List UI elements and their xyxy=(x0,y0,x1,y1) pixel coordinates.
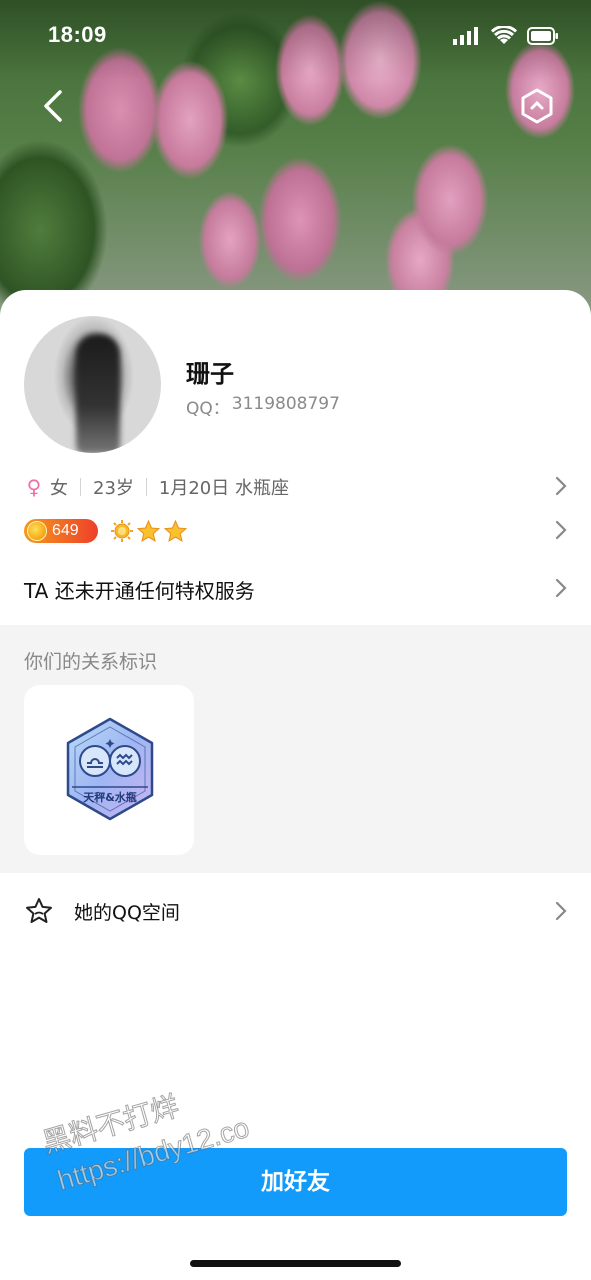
privilege-text: TA 还未开通任何特权服务 xyxy=(24,578,255,603)
gender-text: 女 xyxy=(50,478,68,499)
signal-icon xyxy=(453,27,478,45)
add-friend-button[interactable]: 加好友 xyxy=(24,1148,567,1216)
avatar[interactable] xyxy=(24,316,161,453)
status-icons xyxy=(453,26,559,46)
battery-icon xyxy=(527,27,558,45)
relationship-badge-card[interactable]: 天秤&水瓶 xyxy=(24,685,194,855)
star-icon xyxy=(136,519,161,542)
avatar-figure xyxy=(76,334,120,453)
chevron-right-icon xyxy=(555,578,567,598)
home-indicator xyxy=(190,1260,401,1267)
qq-number: 3119808797 xyxy=(231,394,340,414)
relationship-section: 你们的关系标识 天秤&水瓶 xyxy=(0,625,591,873)
basic-info-row[interactable]: ♀ 女 23岁 1月20日 水瓶座 xyxy=(24,472,568,502)
relationship-title: 你们的关系标识 xyxy=(24,651,158,673)
qq-number-line: QQ： 3119808797 xyxy=(186,394,340,419)
birthday-text: 1月20日 水瓶座 xyxy=(158,478,289,499)
age-text: 23岁 xyxy=(93,478,134,499)
libra-aquarius-badge-icon xyxy=(66,717,154,821)
coin-icon xyxy=(27,521,47,541)
privilege-row[interactable]: TA 还未开通任何特权服务 xyxy=(24,574,568,604)
status-time: 18:09 xyxy=(48,22,107,47)
wifi-icon xyxy=(491,26,517,44)
level-row[interactable]: 649 xyxy=(24,516,568,546)
coin-level-badge: 649 xyxy=(24,519,98,543)
divider xyxy=(145,478,147,496)
hexagon-icon[interactable] xyxy=(517,86,557,126)
profile-name: 珊子 xyxy=(186,360,234,388)
divider xyxy=(80,478,81,496)
sun-crown-icon xyxy=(111,520,133,542)
profile-card: 珊子 QQ： 3119808797 ♀ 女 23岁 1月20日 水瓶座 649 xyxy=(0,290,591,1280)
qzone-label: 她的QQ空间 xyxy=(74,901,180,924)
star-icon xyxy=(163,519,188,542)
female-icon: ♀ xyxy=(26,475,42,499)
qq-label: QQ： xyxy=(186,399,230,419)
coin-level-value: 649 xyxy=(52,522,79,539)
chevron-right-icon xyxy=(555,901,567,921)
qzone-row[interactable]: 她的QQ空间 xyxy=(24,894,568,928)
chevron-right-icon xyxy=(555,520,567,540)
back-icon[interactable] xyxy=(34,86,70,126)
chevron-right-icon xyxy=(555,476,567,496)
relationship-badge-label: 天秤&水瓶 xyxy=(83,791,137,804)
watermark-line1: 黑料不打烊 xyxy=(39,1090,183,1159)
star-outline-icon xyxy=(26,898,52,923)
